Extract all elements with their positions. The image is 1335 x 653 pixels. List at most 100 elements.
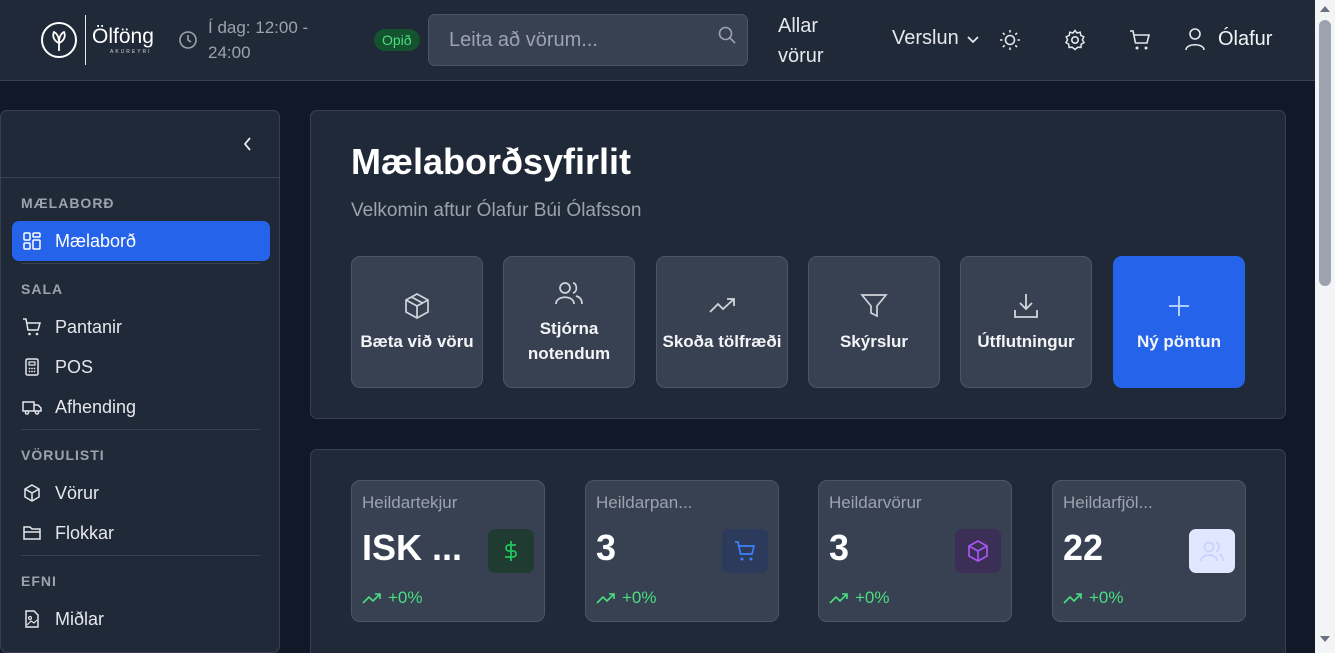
sidebar-item-label: Mælaborð	[55, 230, 137, 251]
sidebar-item-media[interactable]: Miðlar	[12, 599, 270, 639]
divider	[21, 263, 260, 264]
opening-hours: Í dag: 12:00 - 24:00	[178, 15, 338, 65]
scroll-up-arrow-icon[interactable]	[1320, 6, 1330, 12]
hours-text: Í dag: 12:00 - 24:00	[208, 18, 309, 62]
calculator-icon	[25, 358, 39, 376]
trend-up-icon	[596, 593, 615, 604]
page-title: Mælaborðsyfirlit	[351, 141, 632, 182]
trend-up-icon	[829, 593, 848, 604]
plus-icon	[1169, 295, 1189, 316]
sidebar-item-categories[interactable]: Flokkar	[12, 513, 270, 553]
stat-trend: +0%	[1063, 588, 1124, 608]
sidebar-item-label: Pantanir	[55, 316, 123, 337]
sidebar: MÆLABORÐ Mælaborð SALA Pantanir POS Afhe…	[0, 110, 280, 653]
sidebar-item-pos[interactable]: POS	[12, 347, 270, 387]
sidebar-item-products[interactable]: Vörur	[12, 473, 270, 513]
user-name: Ólafur	[1218, 27, 1273, 50]
search-input[interactable]	[429, 15, 747, 65]
nav-store-label: Verslun	[892, 27, 959, 49]
media-icon	[25, 610, 39, 628]
trend-up-icon	[1063, 593, 1082, 604]
sun-icon[interactable]	[998, 28, 1022, 52]
action-label: Skoða tölfræði	[662, 331, 782, 351]
stat-value: 3	[596, 527, 617, 568]
divider	[21, 429, 260, 430]
stat-trend-value: +0%	[622, 588, 657, 607]
page-scrollbar[interactable]	[1315, 0, 1335, 653]
stat-value: ISK ...	[362, 527, 463, 568]
users-icon	[555, 282, 583, 305]
sidebar-item-dashboard[interactable]: Mælaborð	[12, 221, 270, 261]
dollar-icon	[488, 529, 534, 573]
logo-icon	[41, 22, 77, 58]
stat-card-revenue[interactable]: Heildartekjur ISK ... +0%	[351, 480, 545, 622]
action-label: Skýrslur	[839, 331, 909, 351]
section-label-sales: SALA	[21, 281, 64, 297]
sidebar-item-label: Afhending	[55, 396, 137, 417]
sidebar-item-label: POS	[55, 356, 94, 377]
stat-label: Heildarfjöl...	[1063, 493, 1153, 512]
stat-card-products[interactable]: Heildarvörur 3 +0%	[818, 480, 1012, 622]
store-logo[interactable]: Ölföng AKUREYRI	[40, 14, 154, 66]
truck-icon	[22, 401, 42, 415]
users-icon	[1189, 529, 1235, 573]
sidebar-item-label: Flokkar	[55, 522, 115, 543]
stat-trend: +0%	[596, 588, 657, 608]
action-label: Útflutningur	[977, 331, 1075, 351]
download-icon	[1014, 293, 1038, 318]
export-button[interactable]: Útflutningur	[960, 256, 1092, 388]
stat-trend: +0%	[829, 588, 890, 608]
view-statistics-button[interactable]: Skoða tölfræði	[656, 256, 788, 388]
nav-all-products[interactable]: Allar vörur	[778, 11, 848, 71]
section-label-catalog: VÖRULISTI	[21, 447, 105, 463]
top-header: Ölföng AKUREYRI Í dag: 12:00 - 24:00 Opi…	[0, 0, 1315, 81]
box-icon	[24, 484, 40, 502]
new-order-button[interactable]: Ný pöntun	[1113, 256, 1245, 388]
cart-icon	[23, 318, 41, 336]
sidebar-item-label: Vörur	[55, 482, 100, 503]
stat-label: Heildartekjur	[362, 493, 458, 512]
stat-trend: +0%	[362, 588, 423, 608]
add-product-button[interactable]: Bæta við vöru	[351, 256, 483, 388]
box-icon	[955, 529, 1001, 573]
section-label-dashboard: MÆLABORÐ	[21, 195, 115, 211]
stat-trend-value: +0%	[855, 588, 890, 607]
sidebar-item-orders[interactable]: Pantanir	[12, 307, 270, 347]
stat-card-users[interactable]: Heildarfjöl... 22 +0%	[1052, 480, 1246, 622]
sidebar-item-delivery[interactable]: Afhending	[12, 387, 270, 427]
stat-card-orders[interactable]: Heildarpan... 3 +0%	[585, 480, 779, 622]
cart-icon	[722, 529, 768, 573]
scroll-down-arrow-icon[interactable]	[1320, 636, 1330, 642]
open-status-badge: Opið	[374, 29, 420, 51]
section-label-content: EFNI	[21, 573, 57, 589]
logo-divider	[85, 15, 86, 65]
chevron-left-icon[interactable]	[239, 135, 257, 153]
sidebar-item-label: Miðlar	[55, 608, 105, 629]
action-label: Bæta við vöru	[360, 331, 474, 351]
chevron-down-icon	[967, 35, 979, 43]
search-icon[interactable]	[717, 25, 737, 45]
stat-value: 22	[1063, 527, 1104, 568]
nav-store-dropdown[interactable]: Verslun	[892, 27, 981, 50]
stat-trend-value: +0%	[1089, 588, 1124, 607]
filter-icon	[860, 293, 888, 317]
manage-users-button[interactable]: Stjórna notendum	[503, 256, 635, 388]
user-menu[interactable]: Ólafur	[1184, 27, 1272, 51]
stat-trend-value: +0%	[388, 588, 423, 607]
cart-icon[interactable]	[1128, 28, 1152, 52]
clock-icon	[179, 31, 197, 49]
gear-icon[interactable]	[1063, 28, 1087, 52]
stats-panel: Heildartekjur ISK ... +0% Heildarpan... …	[310, 449, 1286, 653]
divider	[21, 555, 260, 556]
user-icon	[1185, 28, 1205, 51]
box-icon	[405, 292, 429, 319]
scroll-thumb[interactable]	[1319, 20, 1331, 286]
action-label: Ný pöntun	[1136, 331, 1222, 351]
welcome-text: Velkomin aftur Ólafur Búi Ólafsson	[351, 200, 642, 221]
logo-subtitle: AKUREYRI	[110, 48, 152, 55]
search-box[interactable]	[428, 14, 748, 66]
stat-value: 3	[829, 527, 850, 568]
trend-up-icon	[362, 593, 381, 604]
overview-panel: Mælaborðsyfirlit Velkomin aftur Ólafur B…	[310, 110, 1286, 419]
reports-button[interactable]: Skýrslur	[808, 256, 940, 388]
